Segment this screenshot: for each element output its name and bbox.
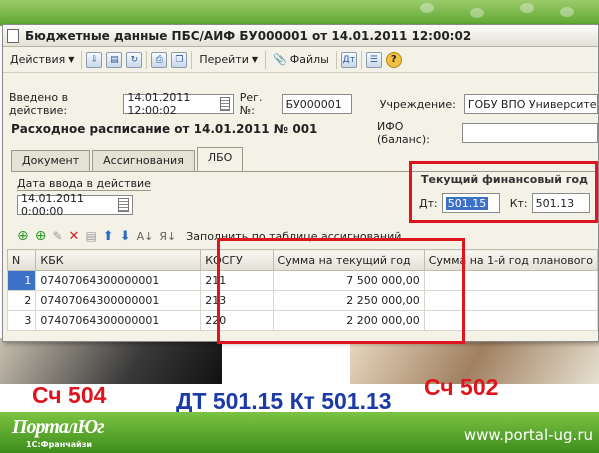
dt-field[interactable]: 501.15 <box>441 193 500 213</box>
dt-kt-icon[interactable]: Дт <box>340 51 357 68</box>
column-kbk[interactable]: КБК <box>35 249 202 271</box>
institution-value: ГОБУ ВПО Университет иску <box>467 97 599 111</box>
document-icon <box>7 28 19 43</box>
tab-assignments[interactable]: Ассигнования <box>92 150 195 171</box>
goto-label: Перейти <box>199 53 249 66</box>
document-title: Расходное расписание от 14.01.2011 № 001 <box>11 122 318 136</box>
lbo-date-label-wrap: Дата ввода в действие <box>17 177 151 191</box>
franchise-label: 1С:Франчайзи <box>26 440 92 449</box>
toolbar-separator <box>146 50 148 69</box>
add-row-icon[interactable]: ⊕ <box>17 228 29 244</box>
save-icon[interactable]: ▤ <box>106 51 123 68</box>
dt-kt-caption: ДТ 501.15 Кт 501.13 <box>176 388 392 414</box>
reg-number-field[interactable]: БУ000001 <box>281 94 352 114</box>
top-decoration <box>0 0 599 26</box>
lbo-date-label: Дата ввода в действие <box>17 177 151 190</box>
ifo-label: ИФО (баланс): <box>377 120 430 146</box>
ifo-field[interactable] <box>461 123 598 143</box>
cell-kbk: 07407064300000001 <box>35 270 202 291</box>
cell-kbk: 07407064300000001 <box>35 310 202 331</box>
fiscal-year-fields: Дт: 501.15 Кт: 501.13 <box>419 193 590 213</box>
footer: ПорталЮг 1С:Франчайзи www.portal-ug.ru <box>0 412 599 453</box>
account-504-caption: Сч 504 <box>32 382 107 408</box>
portal-ug-logo: ПорталЮг <box>12 416 105 438</box>
edit-row-icon[interactable]: ✎ <box>52 229 62 243</box>
print-icon[interactable]: ⎙ <box>151 51 168 68</box>
institution-label: Учреждение: <box>379 97 456 111</box>
institution-field[interactable]: ГОБУ ВПО Университет иску <box>463 94 599 114</box>
chevron-down-icon: ▼ <box>68 55 75 64</box>
tab-document[interactable]: Документ <box>11 150 91 171</box>
help-icon[interactable]: ? <box>385 51 402 68</box>
copy-row-icon[interactable]: ⊕ <box>35 228 47 244</box>
effective-date-field[interactable]: 14.01.2011 12:00:02 <box>123 91 234 117</box>
window-title: Бюджетные данные ПБС/АИФ БУ000001 от 14.… <box>25 28 472 43</box>
calendar-icon[interactable] <box>219 97 230 111</box>
header-row: Введено в действие: 14.01.2011 12:00:02 … <box>9 91 599 117</box>
end-edit-icon[interactable]: ▤ <box>85 229 96 243</box>
move-down-icon[interactable]: ⬇ <box>120 229 131 244</box>
cell-n: 3 <box>6 310 37 331</box>
fiscal-year-title: Текущий финансовый год <box>421 173 588 186</box>
toolbar-separator <box>81 50 83 69</box>
fiscal-year-highlight <box>409 161 598 223</box>
tab-bar: Документ Ассигнования ЛБО <box>11 147 245 171</box>
effective-date-label: Введено в действие: <box>9 91 69 117</box>
toolbar-separator <box>360 50 362 69</box>
cell-n: 1 <box>6 270 37 291</box>
refresh-icon[interactable]: ↻ <box>126 51 143 68</box>
kt-value: 501.13 <box>535 196 575 210</box>
goto-menu-button[interactable]: Перейти ▼ <box>196 51 261 68</box>
delete-row-icon[interactable]: ✕ <box>69 229 80 244</box>
paperclip-icon: 📎 <box>273 53 287 66</box>
dt-label: Дт: <box>419 196 438 210</box>
effective-date-value: 14.01.2011 12:00:02 <box>127 91 191 117</box>
ifo-row: ИФО (баланс): <box>377 120 598 146</box>
actions-menu-button[interactable]: Действия ▼ <box>7 51 77 68</box>
toolbar-separator <box>265 50 267 69</box>
kt-label: Кт: <box>509 196 528 210</box>
lbo-date-row: 14.01.2011 0:00:00 <box>17 192 133 218</box>
actions-label: Действия <box>10 53 66 66</box>
chevron-down-icon: ▼ <box>251 55 259 64</box>
column-n[interactable]: N <box>6 249 37 271</box>
document-window: Бюджетные данные ПБС/АИФ БУ000001 от 14.… <box>2 24 599 344</box>
background-photo-left <box>0 338 222 384</box>
move-up-icon[interactable]: ⬆ <box>103 229 114 244</box>
kt-field[interactable]: 501.13 <box>531 193 590 213</box>
toolbar-separator <box>335 50 337 69</box>
calendar-icon[interactable] <box>118 198 129 212</box>
lbo-date-field[interactable]: 14.01.2011 0:00:00 <box>17 192 133 218</box>
toolbar: Действия ▼ ⇩ ▤ ↻ ⎙ ❐ Перейти ▼ 📎 Файлы Д… <box>3 47 598 73</box>
fiscal-year-label: Текущий финансовый год <box>421 173 588 186</box>
copy-icon[interactable]: ❐ <box>171 51 188 68</box>
kosgu-sum-highlight <box>217 238 465 344</box>
post-document-icon[interactable]: ⇩ <box>86 51 103 68</box>
tab-lbo[interactable]: ЛБО <box>196 147 244 171</box>
dt-value: 501.15 <box>445 196 489 210</box>
toolbar-separator <box>191 50 193 69</box>
files-label: Файлы <box>289 53 329 66</box>
account-502-caption: Сч 502 <box>424 374 499 400</box>
reg-number-value: БУ000001 <box>285 97 342 111</box>
files-button[interactable]: 📎 Файлы <box>270 51 332 68</box>
cell-kbk: 07407064300000001 <box>35 290 202 311</box>
report-icon[interactable]: ☰ <box>365 51 382 68</box>
website-link[interactable]: www.portal-ug.ru <box>464 426 593 444</box>
sort-asc-icon[interactable]: A↓ <box>137 230 154 243</box>
cell-n: 2 <box>6 290 37 311</box>
lbo-date-value: 14.01.2011 0:00:00 <box>21 192 84 218</box>
reg-number-label: Рег. №: <box>239 91 263 117</box>
sort-desc-icon[interactable]: Я↓ <box>159 230 176 243</box>
window-titlebar: Бюджетные данные ПБС/АИФ БУ000001 от 14.… <box>3 25 598 47</box>
